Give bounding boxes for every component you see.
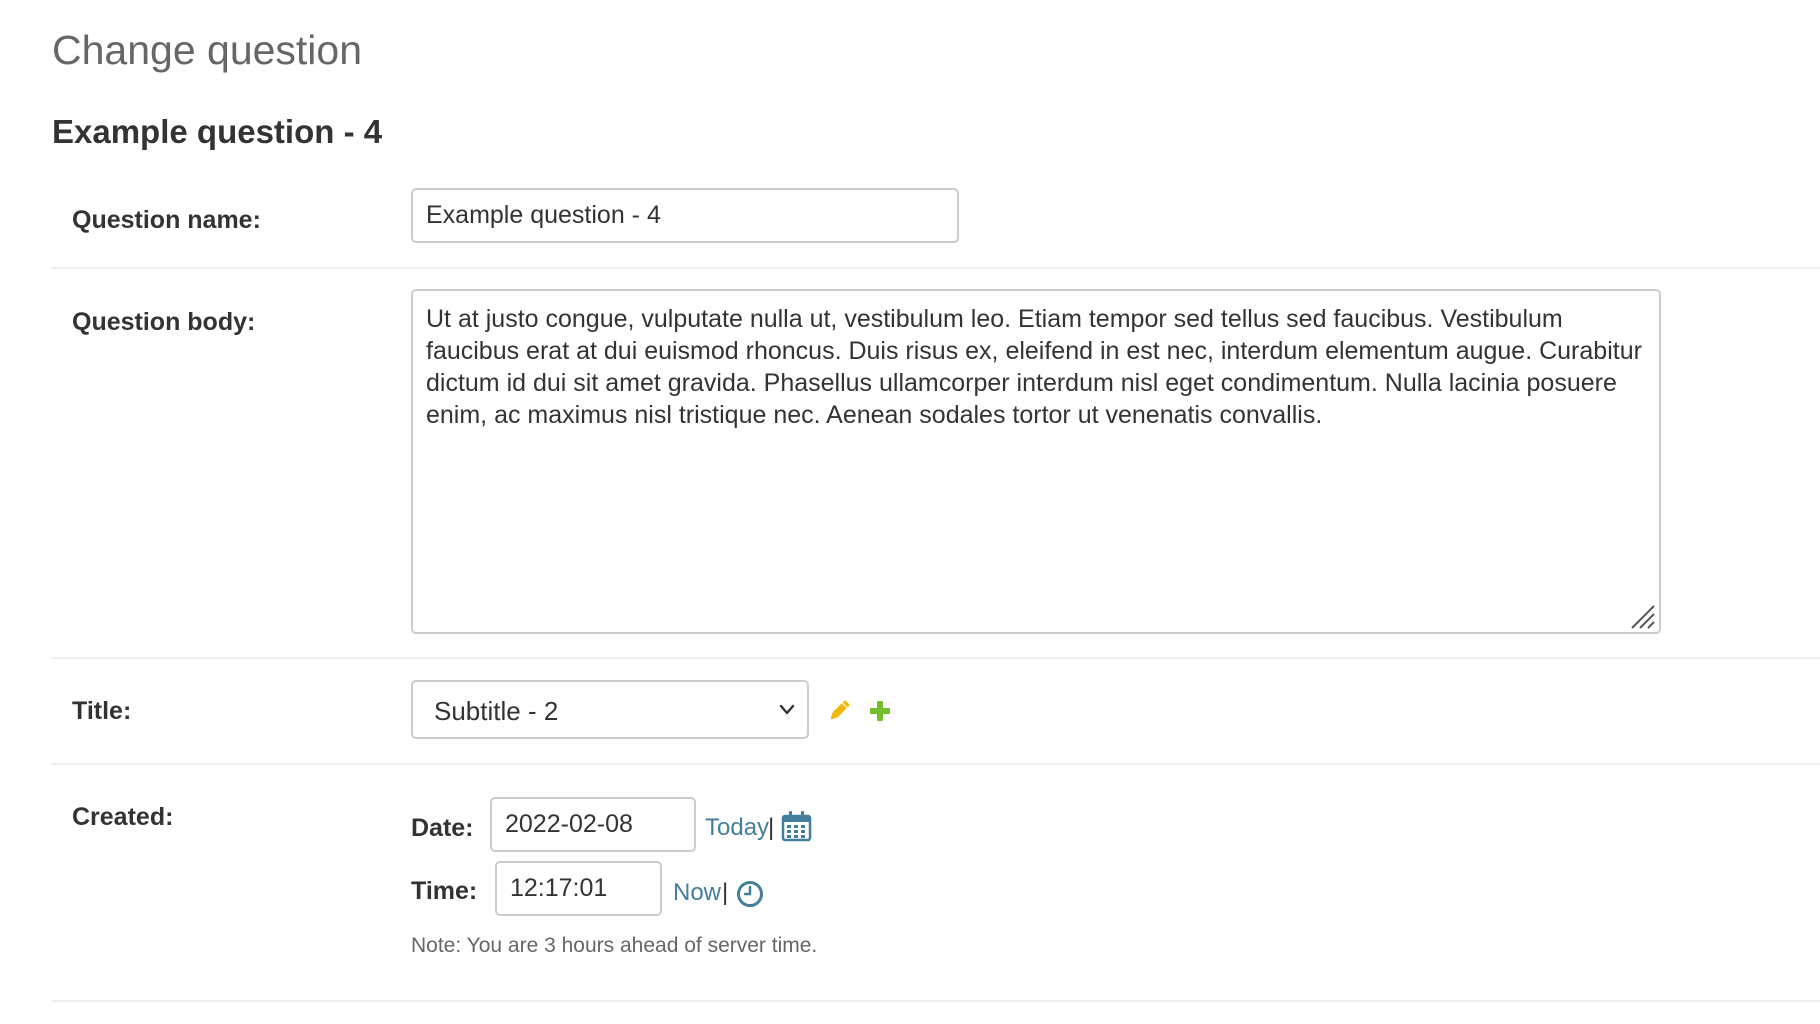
date-separator: | [768, 814, 775, 841]
question-name-input[interactable] [411, 188, 959, 243]
time-separator: | [722, 879, 729, 906]
question-body-label: Question body: [72, 308, 256, 336]
pencil-icon[interactable] [826, 698, 852, 724]
object-heading: Example question - 4 [52, 113, 383, 150]
now-link[interactable]: Now [673, 877, 721, 909]
calendar-icon[interactable] [781, 810, 812, 842]
time-label: Time: [411, 877, 478, 905]
plus-icon[interactable] [868, 699, 892, 723]
row-divider [52, 267, 1820, 269]
resize-handle-icon[interactable] [1628, 602, 1656, 630]
title-select[interactable]: Subtitle - 2 [411, 680, 809, 739]
row-divider [52, 763, 1820, 765]
time-input[interactable] [495, 861, 662, 916]
date-input[interactable] [490, 797, 696, 852]
page-title: Change question [52, 27, 363, 73]
created-label: Created: [72, 803, 174, 831]
change-form-page: Change question Example question - 4 Que… [0, 0, 1820, 1024]
clock-icon[interactable] [736, 880, 764, 908]
date-label: Date: [411, 814, 474, 842]
chevron-down-icon [779, 704, 795, 715]
title-select-value: Subtitle - 2 [434, 696, 559, 726]
today-link[interactable]: Today [705, 812, 769, 844]
timezone-note: Note: You are 3 hours ahead of server ti… [411, 934, 818, 957]
title-label: Title: [72, 697, 132, 725]
question-body-textarea[interactable]: Ut at justo congue, vulputate nulla ut, … [411, 289, 1661, 634]
question-name-label: Question name: [72, 206, 261, 234]
row-divider [52, 657, 1820, 659]
row-divider [52, 1000, 1820, 1002]
